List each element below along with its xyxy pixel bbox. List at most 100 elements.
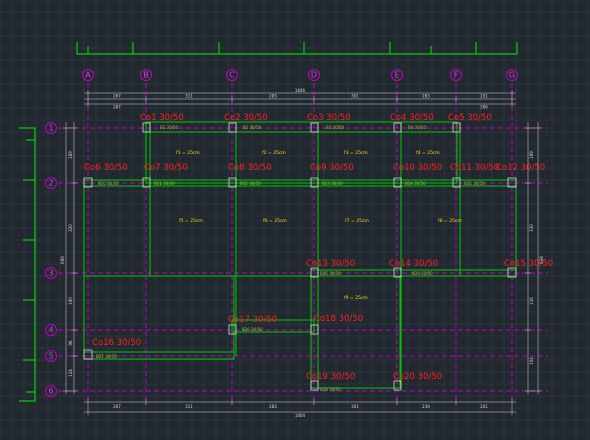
column-label-co16: Co16 30/50 xyxy=(92,338,141,348)
beam-label-b3: B3 30/50 xyxy=(326,125,345,130)
slab-label-f3: f3 = 25cm xyxy=(344,150,368,156)
slab-label-f2: f2 = 25cm xyxy=(262,150,286,156)
axis-bubble-5[interactable]: 5 xyxy=(45,350,57,362)
axis-bubble-2[interactable]: 2 xyxy=(45,177,57,189)
drawing-canvas[interactable]: A B C D E F G 1 2 3 4 5 6 Co1 30/50 Co2 … xyxy=(0,0,590,440)
beam-label-b11: B11 30/50 xyxy=(154,181,175,186)
dim-top-4: 301 xyxy=(351,94,359,99)
svg-text:D: D xyxy=(311,71,317,80)
beam-label-b12: B12 30/50 xyxy=(240,181,261,186)
svg-text:3: 3 xyxy=(48,269,53,278)
beam-label-b27: B27 30/50 xyxy=(96,354,117,359)
column-label-co19: Co19 30/50 xyxy=(306,372,355,382)
dim-bottom-2: 311 xyxy=(185,404,193,409)
beam-label-b26: B26 30/50 xyxy=(242,327,263,332)
beam-label-b28: B28 30/50 xyxy=(320,387,341,392)
column-label-co14: Co14 30/50 xyxy=(389,259,438,269)
dim-left-2: 320 xyxy=(68,224,73,232)
dim-right-total: 638 xyxy=(539,256,544,264)
column-label-co4: Co4 30/50 xyxy=(390,113,434,123)
dim-bottom-1: 267 xyxy=(113,404,121,409)
column-label-co13: Co13 30/50 xyxy=(306,259,355,269)
beam-label-b14: B14 30/50 xyxy=(405,181,426,186)
slab-label-f7: f7 = 25cm xyxy=(345,218,369,224)
column-label-co20: Co20 30/50 xyxy=(393,372,442,382)
dim-bottom-3: 283 xyxy=(269,404,277,409)
column-label-co9: Co9 30/50 xyxy=(310,163,354,173)
svg-text:G: G xyxy=(509,71,515,80)
dim-right-1: 189 xyxy=(529,151,534,159)
svg-text:4: 4 xyxy=(48,326,53,335)
axis-bubble-3[interactable]: 3 xyxy=(45,267,57,279)
dim-left-total: 689 xyxy=(60,256,65,264)
slab-label-f5: f5 = 25cm xyxy=(179,218,203,224)
column-label-co17: Co17 30/50 xyxy=(228,315,277,325)
slab-label-f9: f9 = 25cm xyxy=(344,295,368,301)
dim-right-3: 116 xyxy=(529,297,534,305)
beam-label-b10: B10 30/50 xyxy=(98,181,119,186)
dim-right-2: 330 xyxy=(529,224,534,232)
dim-top-2: 311 xyxy=(185,94,193,99)
column-label-co7: Co7 30/50 xyxy=(144,163,188,173)
dim-top-5: 283 xyxy=(422,94,430,99)
slab-label-f4: f4 = 25cm xyxy=(416,150,440,156)
column-labels: Co1 30/50 Co2 30/50 Co3 30/50 Co4 30/50 … xyxy=(84,113,553,382)
axis-bubble-f[interactable]: F xyxy=(450,69,462,81)
dim-bottom-4: 301 xyxy=(351,404,359,409)
svg-text:F: F xyxy=(454,71,459,80)
dim-left-5: 124 xyxy=(68,369,73,377)
column-co2[interactable] xyxy=(228,122,237,133)
dim-bottom-6: 201 xyxy=(480,404,488,409)
dimension-lines: 267 311 283 301 283 201 1646 267 266 267… xyxy=(60,88,544,418)
dim-right-4: 104 xyxy=(529,357,534,365)
dim-top-1: 267 xyxy=(113,94,121,99)
dim-left-1: 189 xyxy=(68,151,73,159)
column-label-co11: Co11 30/50 xyxy=(450,163,499,173)
column-label-co3: Co3 30/50 xyxy=(307,113,351,123)
svg-text:5: 5 xyxy=(48,352,53,361)
axis-bubble-4[interactable]: 4 xyxy=(45,324,57,336)
beam-label-b2: B2 30/50 xyxy=(243,125,262,130)
dim-top-partial: 267 xyxy=(113,105,121,110)
column-label-co15: Co15 30/50 xyxy=(504,259,553,269)
column-label-co6: Co6 30/50 xyxy=(84,163,128,173)
axis-bubble-6[interactable]: 6 xyxy=(45,385,57,397)
axis-bubble-e[interactable]: E xyxy=(391,69,403,81)
beam-label-b15: B15 30/50 xyxy=(464,181,485,186)
svg-text:2: 2 xyxy=(48,179,53,188)
beam-label-b13: B13 30/50 xyxy=(322,181,343,186)
beam-label-b1: B1 30/50 xyxy=(160,125,179,130)
axis-bubble-d[interactable]: D xyxy=(308,69,320,81)
svg-text:B: B xyxy=(143,71,149,80)
dim-top-6: 201 xyxy=(480,94,488,99)
dim-left-3: 190 xyxy=(68,297,73,305)
beam-label-b4: B4 30/50 xyxy=(408,125,427,130)
beam-label-b20: B20 30/50 xyxy=(412,271,433,276)
svg-text:6: 6 xyxy=(48,387,53,396)
axis-bubble-b[interactable]: B xyxy=(140,69,152,81)
svg-text:E: E xyxy=(394,71,399,80)
column-label-co5: Co5 30/50 xyxy=(448,113,492,123)
dim-left-4: 96 xyxy=(68,340,73,346)
column-label-co8: Co8 30/50 xyxy=(228,163,272,173)
column-label-co2: Co2 30/50 xyxy=(224,113,268,123)
slab-label-f6: f6 = 25cm xyxy=(263,218,287,224)
column-label-co1: Co1 30/50 xyxy=(140,113,184,123)
dim-top-3: 283 xyxy=(269,94,277,99)
beam-label-b25: B25 30/50 xyxy=(320,271,341,276)
slab-label-f8: f8 = 25cm xyxy=(438,218,462,224)
background-grid xyxy=(0,0,590,440)
dim-bottom-total: 1604 xyxy=(295,413,306,418)
svg-text:1: 1 xyxy=(48,124,53,133)
dim-top-partial-right: 266 xyxy=(480,105,488,110)
column-label-co18: Co18 30/50 xyxy=(314,314,363,324)
column-label-co10: Co10 30/50 xyxy=(393,163,442,173)
slab-label-f1: f1 = 25cm xyxy=(176,150,200,156)
dimension-chain-left: 189 320 190 96 124 689 xyxy=(60,122,77,394)
axis-bubble-1[interactable]: 1 xyxy=(45,122,57,134)
svg-text:A: A xyxy=(85,71,91,80)
dim-top-total: 1646 xyxy=(295,88,306,93)
column-co4[interactable] xyxy=(393,122,402,133)
dim-bottom-5: 239 xyxy=(422,404,430,409)
svg-text:C: C xyxy=(229,71,235,80)
